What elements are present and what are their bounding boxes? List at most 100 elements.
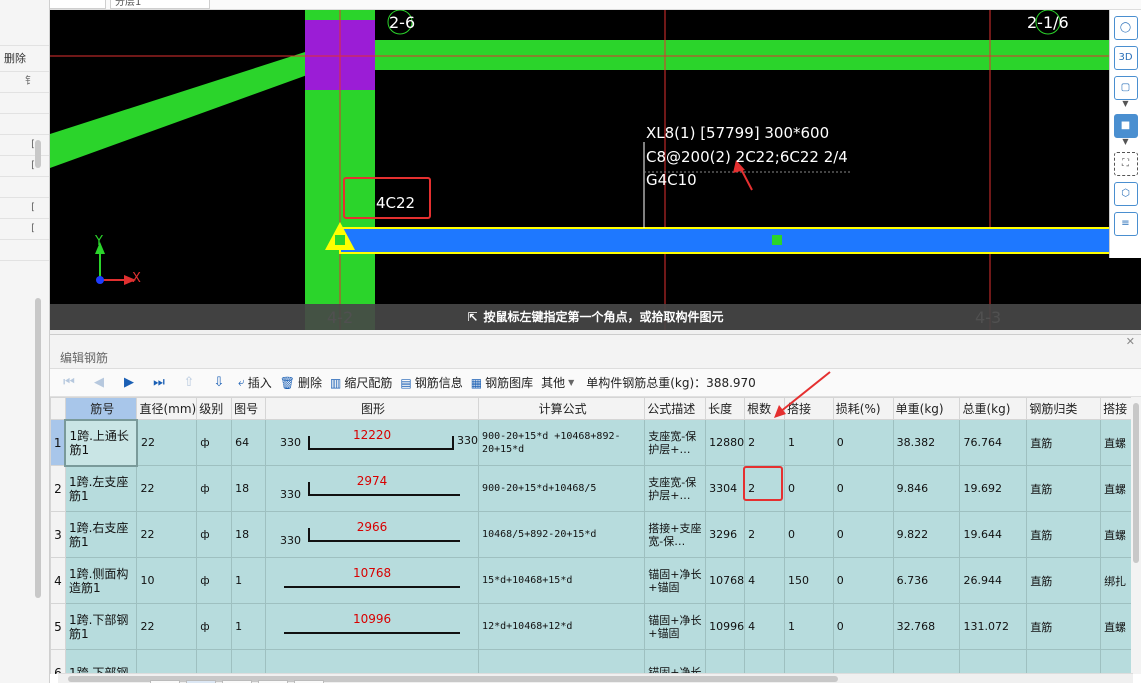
cell-shape[interactable]: 10996 (265, 603, 480, 650)
cell-unit-w[interactable]: 9.822 (892, 511, 961, 558)
row-number[interactable]: 4 (50, 557, 66, 604)
table-row[interactable]: 4 1跨.侧面构造筋1 10 ф 1 10768 15*d+10468+15*d 锚固+净长+… (50, 557, 1141, 604)
properties-icon[interactable]: ≡ (1113, 212, 1138, 236)
row-number[interactable]: 1 (50, 419, 66, 466)
cell-desc[interactable]: 支座宽-保护层+… (644, 465, 707, 512)
cube-outline-icon[interactable]: ▢ (1113, 76, 1138, 100)
layer-cube-icon[interactable]: ⬡ (1113, 182, 1138, 206)
move-up-icon[interactable]: ⇧ (178, 375, 200, 390)
cell-name[interactable]: 1跨.右支座筋1 (64, 511, 138, 558)
cell-total-w[interactable] (959, 649, 1028, 674)
cell-length[interactable]: 3296 (705, 511, 746, 558)
selected-beam[interactable] (339, 227, 1141, 254)
cell-lap[interactable] (784, 649, 834, 674)
col-header[interactable]: 计算公式 (478, 397, 646, 420)
cell-grade[interactable]: ф (196, 465, 233, 512)
other-menu[interactable]: 其他 ▼ (541, 374, 574, 391)
lp-row[interactable]: 钅 (0, 72, 49, 93)
cell-unit-w[interactable]: 32.768 (892, 603, 961, 650)
col-header[interactable]: 根数 (744, 397, 786, 420)
cell-cat[interactable]: 直筋 (1026, 511, 1102, 558)
col-header[interactable]: 搭接 (784, 397, 834, 420)
col-header[interactable]: 总重(kg) (959, 397, 1028, 420)
vscroll-thumb[interactable] (1133, 403, 1139, 563)
cell-fig[interactable]: 1 (231, 557, 267, 604)
cell-cat[interactable] (1026, 649, 1102, 674)
cell-lap[interactable]: 1 (784, 603, 834, 650)
prev-icon[interactable]: ◀ (88, 375, 110, 390)
cell-unit-w[interactable] (892, 649, 961, 674)
col-header[interactable]: 单重(kg) (892, 397, 961, 420)
cell-loss[interactable]: 0 (832, 419, 894, 466)
cell-lap[interactable]: 150 (784, 557, 834, 604)
cell-dia[interactable]: 22 (136, 603, 198, 650)
cell-dia[interactable]: 10 (136, 557, 198, 604)
cell-total-w[interactable]: 26.944 (959, 557, 1028, 604)
lp-row[interactable] (0, 177, 49, 198)
top-beam[interactable] (375, 40, 1141, 70)
cell-count[interactable]: 4 (744, 603, 786, 650)
cell-grade[interactable]: ф (196, 419, 233, 466)
cell-cat[interactable]: 直筋 (1026, 603, 1102, 650)
cell-total-w[interactable]: 19.692 (959, 465, 1028, 512)
drawing-canvas[interactable]: 2-6 2-1/6 4-2 4-3 XL8(1) [57799] 300*600… (50, 10, 1141, 330)
cell-shape[interactable]: 330 330 12220 (265, 419, 480, 466)
cell-fig[interactable]: 18 (231, 465, 267, 512)
col-header[interactable]: 直径(mm) (136, 397, 198, 420)
delete-row-button[interactable]: 🗑 删除 (280, 374, 322, 391)
cell-shape[interactable] (265, 649, 480, 674)
beam-annotation-line2[interactable]: C8@200(2) 2C22;6C22 2/4 (646, 148, 848, 166)
col-header[interactable]: 级别 (196, 397, 233, 420)
cell-formula[interactable]: 900-20+15*d+10468/5 (478, 465, 646, 512)
grip-square[interactable] (335, 235, 345, 245)
col-header[interactable]: 钢筋归类 (1026, 397, 1102, 420)
cell-formula[interactable]: 15*d+10468+15*d (478, 557, 646, 604)
3d-view-icon[interactable]: 3D (1113, 46, 1138, 70)
table-row[interactable]: 2 1跨.左支座筋1 22 ф 18 330 2974 900-20+15*d+10468/5… (50, 465, 1141, 512)
cell-formula[interactable]: 10468/5+892-20+15*d (478, 511, 646, 558)
close-icon[interactable]: ✕ (1126, 335, 1135, 348)
col-header[interactable]: 图号 (231, 397, 267, 420)
chevron-down-icon[interactable]: ▼ (1110, 100, 1141, 108)
cell-fig[interactable]: 1 (231, 603, 267, 650)
cell-name[interactable]: 1跨.下部钢 (64, 649, 138, 674)
beam-annotation-line3[interactable]: G4C10 (646, 171, 697, 189)
row-number[interactable]: 3 (50, 511, 66, 558)
cell-lap[interactable]: 0 (784, 511, 834, 558)
cell-cat[interactable]: 直筋 (1026, 465, 1102, 512)
cell-lap[interactable]: 1 (784, 419, 834, 466)
cell-name[interactable]: 1跨.侧面构造筋1 (64, 557, 138, 604)
left-scrollbar-top[interactable] (35, 140, 41, 168)
cell-shape[interactable]: 330 2974 (265, 465, 480, 512)
col-header[interactable]: 损耗(%) (832, 397, 894, 420)
cell-unit-w[interactable]: 9.846 (892, 465, 961, 512)
cell-dia[interactable]: 22 (136, 465, 198, 512)
cell-unit-w[interactable]: 6.736 (892, 557, 961, 604)
cell-name[interactable]: 1跨.上通长筋1 (64, 418, 138, 467)
cell-count[interactable] (744, 649, 786, 674)
lp-row[interactable] (0, 93, 49, 114)
cell-count[interactable]: 2 (744, 419, 786, 466)
cell-dia[interactable] (136, 649, 198, 674)
cell-length[interactable] (705, 649, 746, 674)
last-icon[interactable]: ⏭ (148, 375, 170, 390)
cell-name[interactable]: 1跨.左支座筋1 (64, 465, 138, 512)
cell-cat[interactable]: 直筋 (1026, 419, 1102, 466)
lp-row[interactable] (0, 114, 49, 135)
cell-total-w[interactable]: 131.072 (959, 603, 1028, 650)
scale-rebar-button[interactable]: ▥ 缩尺配筋 (330, 374, 392, 391)
cell-fig[interactable] (231, 649, 267, 674)
cell-name[interactable]: 1跨.下部钢筋1 (64, 603, 138, 650)
cell-grade[interactable] (196, 649, 233, 674)
left-scrollbar-bottom[interactable] (35, 298, 41, 598)
cell-shape[interactable]: 10768 (265, 557, 480, 604)
grip-square[interactable] (772, 235, 782, 245)
next-icon[interactable]: ▶ (118, 375, 140, 390)
insert-button[interactable]: ⤶ 插入 (238, 374, 272, 391)
cell-length[interactable]: 10768 (705, 557, 746, 604)
cell-desc[interactable]: 支座宽-保护层+… (644, 419, 707, 466)
cell-desc[interactable]: 锚固+净长+锚固 (644, 557, 707, 604)
cell-length[interactable]: 10996 (705, 603, 746, 650)
cell-desc[interactable]: 锚固+净长 (644, 649, 707, 674)
col-header[interactable]: 长度 (705, 397, 746, 420)
